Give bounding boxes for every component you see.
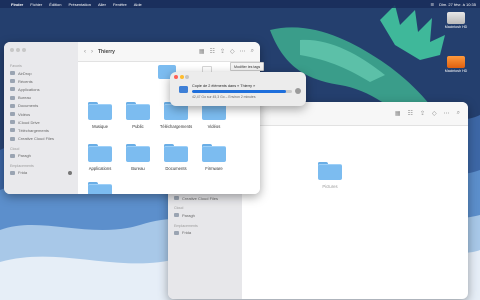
desktop-disk[interactable]: Macintosh HD	[441, 56, 471, 73]
menu-finder[interactable]: Finder	[11, 2, 23, 7]
folder-videos[interactable]: Vidéos	[192, 102, 236, 129]
folder-firmware[interactable]: Firmware	[192, 144, 236, 171]
forward-arrow-icon[interactable]: ›	[91, 49, 93, 55]
icloud-icon	[10, 120, 15, 125]
sidebar-item-documents[interactable]: Documents	[4, 102, 78, 110]
sidebar-item-paragh[interactable]: Paragh	[4, 152, 78, 160]
sidebar-section-title: Emplacements	[10, 163, 34, 168]
folder-icon	[88, 102, 112, 120]
folder-icon	[179, 86, 188, 93]
external-drive-icon	[447, 56, 465, 68]
clock-icon	[10, 79, 15, 84]
search-icon[interactable]: ⌕	[457, 110, 460, 117]
tag-icon[interactable]: ◇	[230, 48, 235, 55]
airdrop-icon	[10, 71, 15, 76]
tag-icon[interactable]: ◇	[432, 110, 437, 117]
sidebar-section-title: Cloud	[10, 146, 20, 151]
computer-icon	[10, 170, 15, 175]
progress-track	[192, 90, 292, 93]
group-icon[interactable]: ☷	[408, 110, 413, 117]
creative-cloud-icon	[174, 196, 179, 201]
menu-fichier[interactable]: Fichier	[30, 2, 42, 7]
zoom-button[interactable]	[22, 48, 26, 52]
sidebar-section-title: Favoris	[10, 64, 22, 68]
copy-progress-dialog[interactable]: Copie de 2 éléments dans « Thierry » 42,…	[170, 72, 306, 106]
more-icon[interactable]: ⋯	[444, 110, 450, 117]
folder-icon	[202, 144, 226, 162]
desktop: Finder Fichier Édition Présentation Alle…	[0, 0, 480, 300]
disk-label: Macintosh HD	[444, 69, 468, 73]
cancel-icon[interactable]	[295, 88, 301, 94]
film-icon	[10, 112, 15, 117]
sidebar-item-applications[interactable]: Applications	[4, 85, 78, 93]
close-button[interactable]	[10, 48, 14, 52]
desktop-disk[interactable]: Macintosh HD	[441, 12, 471, 29]
sidebar-section-title: Cloud	[174, 206, 184, 211]
menu-edition[interactable]: Édition	[49, 2, 61, 7]
sidebar-item-desktop[interactable]: Bureau	[4, 94, 78, 102]
menu-bar: Finder Fichier Édition Présentation Alle…	[0, 0, 480, 8]
zoom-button[interactable]	[185, 75, 189, 79]
sidebar-item-icloud-drive[interactable]: iCloud Drive	[4, 118, 78, 126]
folder-icon	[88, 182, 112, 194]
menu-presentation[interactable]: Présentation	[68, 2, 90, 7]
share-icon[interactable]: ⇪	[220, 48, 225, 55]
more-icon[interactable]: ⋯	[240, 48, 246, 55]
sidebar-item-airdrop[interactable]: AirDrop	[4, 69, 78, 77]
close-button[interactable]	[174, 75, 178, 79]
sidebar-item-downloads[interactable]: Téléchargements	[4, 126, 78, 134]
back-arrow-icon[interactable]: ‹	[84, 49, 86, 55]
document-icon	[10, 103, 15, 108]
view-options-icon[interactable]: ▦	[199, 48, 205, 55]
menu-fenetre[interactable]: Fenêtre	[113, 2, 127, 7]
sidebar-section-title: Emplacements	[174, 223, 198, 228]
menu-aide[interactable]: Aide	[134, 2, 142, 7]
sidebar-item-frida[interactable]: Frida	[168, 229, 242, 237]
download-icon	[10, 128, 15, 133]
folder-pictures[interactable]: Pictures	[308, 162, 352, 189]
cloud-icon	[10, 153, 15, 158]
applications-icon	[10, 87, 15, 92]
disk-label: Macintosh HD	[444, 25, 468, 29]
view-options-icon[interactable]: ▦	[395, 110, 401, 117]
computer-icon	[174, 230, 179, 235]
menubar-clock[interactable]: Dim. 27 févr. à 10:35	[439, 2, 476, 7]
copy-detail: 42,47 Go sur 45,3 Go – Environ 2 minutes	[192, 95, 256, 99]
control-center-icon[interactable]: ☰	[430, 2, 434, 7]
search-icon[interactable]: ⌕	[251, 48, 254, 55]
folder-icon	[88, 144, 112, 162]
folder-icon	[164, 144, 188, 162]
folder-icon	[318, 162, 342, 180]
sidebar-item-frida[interactable]: Frida	[4, 169, 78, 177]
minimize-button[interactable]	[16, 48, 20, 52]
copy-message: Copie de 2 éléments dans « Thierry »	[192, 84, 256, 88]
finder-window-front[interactable]: Favoris AirDrop Récents Applications Bur…	[4, 42, 260, 194]
sidebar-item-videos[interactable]: Vidéos	[4, 110, 78, 118]
toolbar: ‹ › Thierry ▦ ☷ ⇪ ◇ ⋯ ⌕	[78, 42, 260, 62]
eject-icon[interactable]	[68, 170, 72, 175]
sidebar-item-paragh[interactable]: Paragh	[168, 211, 242, 219]
progress-fill	[192, 90, 286, 93]
creative-cloud-icon	[10, 136, 15, 141]
sidebar-item-creative-cloud[interactable]: Creative Cloud Files	[4, 135, 78, 143]
window-title: Thierry	[98, 48, 115, 55]
desktop-icon	[10, 95, 15, 100]
hard-drive-icon	[447, 12, 465, 24]
folder-icon	[126, 144, 150, 162]
cloud-icon	[174, 213, 179, 218]
minimize-button[interactable]	[179, 75, 184, 79]
share-icon[interactable]: ⇪	[420, 110, 425, 117]
sidebar-item-creative-cloud[interactable]: Creative Cloud Files	[168, 194, 242, 202]
group-icon[interactable]: ☷	[210, 48, 215, 55]
menu-aller[interactable]: Aller	[98, 2, 106, 7]
folder-partial[interactable]	[78, 182, 122, 194]
folder-icon	[126, 102, 150, 120]
sidebar: Favoris AirDrop Récents Applications Bur…	[4, 42, 78, 194]
sidebar-item-recents[interactable]: Récents	[4, 77, 78, 85]
tooltip: Modifier les tags	[230, 62, 265, 71]
